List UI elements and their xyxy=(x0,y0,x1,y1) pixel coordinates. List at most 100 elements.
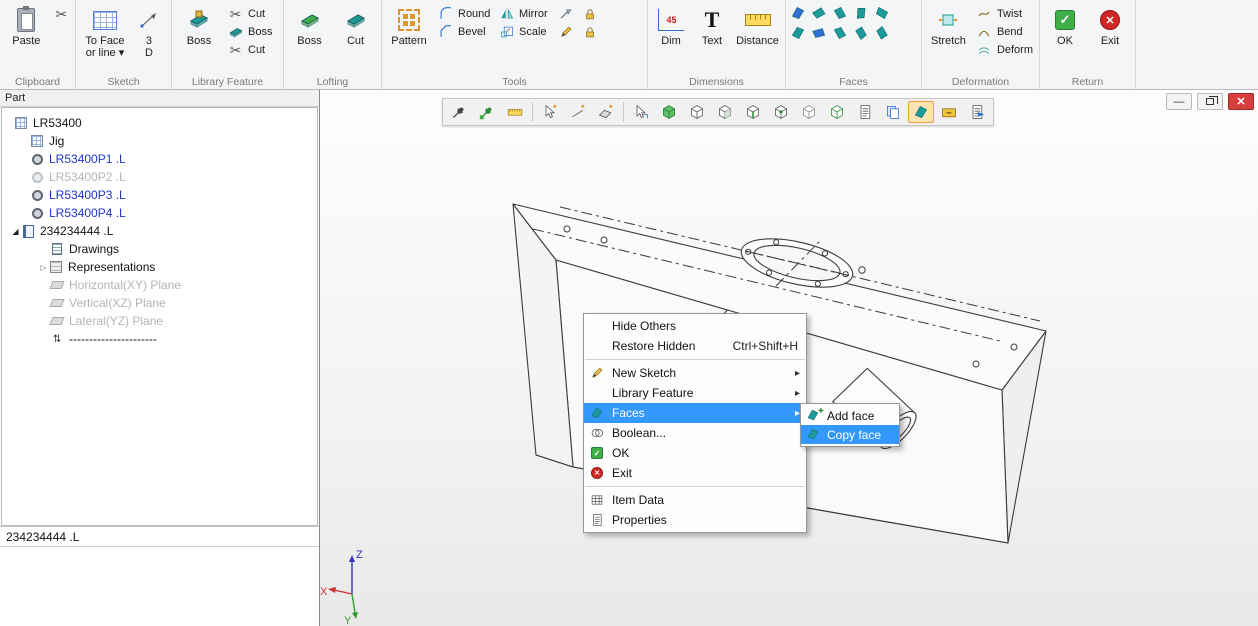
menu-item-restore-hidden[interactable]: Restore Hidden Ctrl+Shift+H xyxy=(584,336,806,356)
menu-shortcut: Ctrl+Shift+H xyxy=(733,339,798,353)
menu-item-new-sketch[interactable]: New Sketch ▸ xyxy=(584,363,806,383)
catalog-drawer-button[interactable] xyxy=(936,101,962,123)
tree-item-jig[interactable]: Jig xyxy=(2,132,317,150)
twist-button[interactable]: Twist xyxy=(974,6,1035,22)
select-wire-button[interactable] xyxy=(824,101,850,123)
faces-tool-9-icon[interactable] xyxy=(850,22,872,44)
faces-tool-10-icon[interactable] xyxy=(871,22,893,44)
scale-button[interactable]: Scale xyxy=(496,24,552,40)
faces-tool-6-icon[interactable] xyxy=(790,25,806,41)
menu-item-ok[interactable]: OK xyxy=(584,443,806,463)
deform-button[interactable]: Deform xyxy=(974,42,1035,58)
viewport-canvas[interactable]: Z X Y — ✕ Hide Others xyxy=(320,90,1258,626)
restore-button[interactable] xyxy=(1197,93,1223,110)
copy-face-active-button[interactable] xyxy=(908,101,934,123)
select-vertex-filter-button[interactable] xyxy=(537,101,563,123)
distance-button[interactable]: Distance xyxy=(734,2,781,48)
menu-item-exit[interactable]: Exit xyxy=(584,463,806,483)
menu-label: Faces xyxy=(612,406,645,420)
menu-item-boolean[interactable]: Boolean... xyxy=(584,423,806,443)
menu-item-properties[interactable]: Properties xyxy=(584,510,806,530)
tree-item-representations[interactable]: Representations xyxy=(2,258,317,276)
menu-item-faces[interactable]: Faces ▸ xyxy=(584,403,806,423)
faces-tool-1-icon[interactable] xyxy=(790,5,806,21)
bevel-button[interactable]: Bevel xyxy=(435,24,493,40)
tree-item-lateral-plane[interactable]: Lateral(YZ) Plane xyxy=(2,312,317,330)
active-part-name: 234234444 .L xyxy=(0,527,319,547)
sketch-grid-icon xyxy=(87,5,123,35)
tree-item-horizontal-plane[interactable]: Horizontal(XY) Plane xyxy=(2,276,317,294)
library-cut-button[interactable]: Cut xyxy=(225,6,274,22)
trim-tool-button[interactable] xyxy=(555,6,576,22)
ok-button[interactable]: OK xyxy=(1044,2,1086,48)
close-button[interactable]: ✕ xyxy=(1228,93,1254,110)
exit-button[interactable]: Exit xyxy=(1089,2,1131,48)
pick-target-button[interactable] xyxy=(628,101,654,123)
library-cut2-button[interactable]: Cut xyxy=(225,42,274,58)
pin-add-button[interactable] xyxy=(474,101,500,123)
dim-button[interactable]: 45 Dim xyxy=(652,2,690,48)
tree-item-234234444[interactable]: 234234444 .L xyxy=(2,222,317,240)
tree-item-lr53400p4[interactable]: LR53400P4 .L xyxy=(2,204,317,222)
tree-item-lr53400p3[interactable]: LR53400P3 .L xyxy=(2,186,317,204)
pin-button[interactable] xyxy=(446,101,472,123)
dim-icon: 45 xyxy=(653,5,689,35)
round-button[interactable]: Round xyxy=(435,6,493,22)
lofting-boss-button[interactable]: Boss xyxy=(288,2,331,48)
select-solid-green-button[interactable] xyxy=(656,101,682,123)
menu-item-hide-others[interactable]: Hide Others xyxy=(584,316,806,336)
faces-tool-3-icon[interactable] xyxy=(832,5,848,21)
measure-button[interactable] xyxy=(502,101,528,123)
faces-tool-2-icon[interactable] xyxy=(808,2,830,24)
faces-tool-7-icon[interactable] xyxy=(808,22,831,45)
faces-tool-8-icon[interactable] xyxy=(832,25,848,41)
export-button[interactable] xyxy=(964,101,990,123)
mirror-button[interactable]: Mirror xyxy=(496,6,552,22)
select-shell-button[interactable] xyxy=(796,101,822,123)
menu-item-library-feature[interactable]: Library Feature ▸ xyxy=(584,383,806,403)
library-cut-label: Cut xyxy=(248,8,265,20)
pen-tool-button[interactable] xyxy=(555,24,576,40)
select-edge-filter-button[interactable] xyxy=(565,101,591,123)
sketch-3d-button[interactable]: 3 D xyxy=(133,2,165,60)
tree-item-lr53400[interactable]: LR53400 xyxy=(2,114,317,132)
collapse-arrow-icon[interactable] xyxy=(38,263,49,272)
to-face-or-line-button[interactable]: To Face or line ▾ xyxy=(80,2,130,60)
faces-tool-5-icon[interactable] xyxy=(874,5,890,21)
tree-item-vertical-plane[interactable]: Vertical(XZ) Plane xyxy=(2,294,317,312)
item-list-button[interactable] xyxy=(852,101,878,123)
tree-item-drawings[interactable]: Drawings xyxy=(2,240,317,258)
submenu-item-add-face[interactable]: Add face xyxy=(801,406,899,425)
library-boss-button[interactable]: Boss xyxy=(176,2,222,48)
menu-item-item-data[interactable]: Item Data xyxy=(584,490,806,510)
submenu-item-copy-face[interactable]: Copy face xyxy=(801,425,899,444)
knife-icon xyxy=(557,7,574,22)
tree-item-lr53400p2[interactable]: LR53400P2 .L xyxy=(2,168,317,186)
paste-button[interactable]: Paste xyxy=(4,2,49,48)
select-edge-mode-button[interactable] xyxy=(740,101,766,123)
tree-item-lr53400p1[interactable]: LR53400P1 .L xyxy=(2,150,317,168)
menu-label: Restore Hidden xyxy=(612,339,695,353)
lock2-tool-button[interactable] xyxy=(579,24,600,40)
paste-label: Paste xyxy=(12,35,40,47)
library-boss2-button[interactable]: Boss xyxy=(225,24,274,40)
plane-icon xyxy=(50,314,64,328)
stretch-button[interactable]: Stretch xyxy=(926,2,971,48)
minimize-button[interactable]: — xyxy=(1166,93,1192,110)
lofting-cut-button[interactable]: Cut xyxy=(334,2,377,48)
tree-item-end-marker[interactable]: ---------------------- xyxy=(2,330,317,348)
faces-tool-4-icon[interactable] xyxy=(850,2,871,23)
tree-label: Vertical(XZ) Plane xyxy=(67,296,166,310)
lock-tool-button[interactable] xyxy=(579,6,600,22)
lofting-cut-icon xyxy=(338,5,374,35)
select-body-button[interactable] xyxy=(684,101,710,123)
pattern-button[interactable]: Pattern xyxy=(386,2,432,48)
expand-arrow-icon[interactable] xyxy=(10,227,21,236)
select-face-mode-button[interactable] xyxy=(712,101,738,123)
select-face-filter-button[interactable] xyxy=(593,101,619,123)
bend-button[interactable]: Bend xyxy=(974,24,1035,40)
select-vertex-mode-button[interactable] xyxy=(768,101,794,123)
text-button[interactable]: Text xyxy=(693,2,731,48)
copy-button[interactable] xyxy=(880,101,906,123)
cut-button[interactable] xyxy=(52,6,71,24)
